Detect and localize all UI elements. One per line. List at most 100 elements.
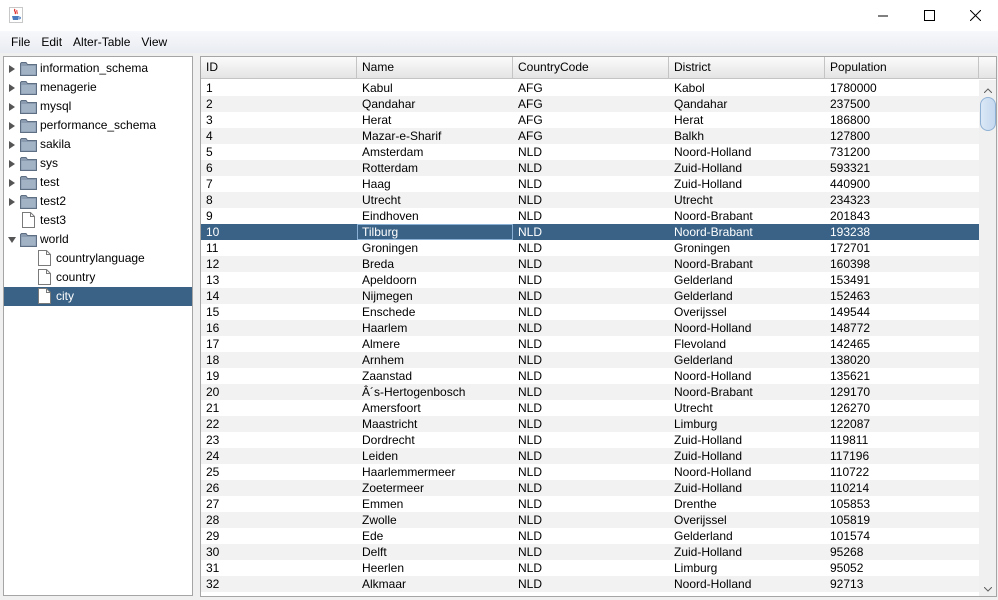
cell-name[interactable]: Haag: [357, 176, 513, 192]
cell-name[interactable]: Breda: [357, 256, 513, 272]
scroll-up-button[interactable]: [979, 80, 996, 97]
cell-countrycode[interactable]: NLD: [513, 224, 669, 240]
table-row[interactable]: 17 Almere NLD Flevoland 142465: [201, 336, 979, 352]
menu-edit[interactable]: Edit: [37, 31, 66, 53]
cell-population[interactable]: 110214: [825, 480, 979, 496]
cell-name[interactable]: Apeldoorn: [357, 272, 513, 288]
cell-id[interactable]: 8: [201, 192, 357, 208]
cell-district[interactable]: Zuid-Holland: [669, 432, 825, 448]
table-row[interactable]: 7 Haag NLD Zuid-Holland 440900: [201, 176, 979, 192]
cell-id[interactable]: 3: [201, 112, 357, 128]
cell-population[interactable]: 129170: [825, 384, 979, 400]
cell-countrycode[interactable]: AFG: [513, 128, 669, 144]
cell-id[interactable]: 32: [201, 576, 357, 592]
table-row[interactable]: 15 Enschede NLD Overijssel 149544: [201, 304, 979, 320]
cell-id[interactable]: 24: [201, 448, 357, 464]
cell-population[interactable]: 135621: [825, 368, 979, 384]
cell-countrycode[interactable]: NLD: [513, 256, 669, 272]
menu-view[interactable]: View: [137, 31, 171, 53]
column-header-population[interactable]: Population: [825, 57, 979, 78]
cell-name[interactable]: Ede: [357, 528, 513, 544]
vertical-scrollbar[interactable]: [979, 80, 996, 596]
cell-population[interactable]: 153491: [825, 272, 979, 288]
cell-id[interactable]: 17: [201, 336, 357, 352]
collapsed-arrow-icon[interactable]: [7, 121, 16, 130]
cell-district[interactable]: Limburg: [669, 416, 825, 432]
cell-population[interactable]: 105819: [825, 512, 979, 528]
cell-countrycode[interactable]: AFG: [513, 80, 669, 96]
cell-name[interactable]: Amersfoort: [357, 400, 513, 416]
tree-item-test[interactable]: test: [4, 173, 192, 192]
cell-district[interactable]: Kabol: [669, 80, 825, 96]
cell-id[interactable]: 16: [201, 320, 357, 336]
table-body[interactable]: 1 Kabul AFG Kabol 1780000 2 Qandahar AFG Qandaha…: [201, 80, 979, 596]
table-row[interactable]: 27 Emmen NLD Drenthe 105853: [201, 496, 979, 512]
menu-alter-table[interactable]: Alter-Table: [69, 31, 134, 53]
cell-population[interactable]: 95268: [825, 544, 979, 560]
table-row[interactable]: 31 Heerlen NLD Limburg 95052: [201, 560, 979, 576]
cell-population[interactable]: 152463: [825, 288, 979, 304]
tree-item-countrylanguage[interactable]: countrylanguage: [4, 249, 192, 268]
cell-district[interactable]: Utrecht: [669, 400, 825, 416]
table-row[interactable]: 26 Zoetermeer NLD Zuid-Holland 110214: [201, 480, 979, 496]
table-row[interactable]: 22 Maastricht NLD Limburg 122087: [201, 416, 979, 432]
cell-population[interactable]: 101574: [825, 528, 979, 544]
cell-district[interactable]: Zuid-Holland: [669, 160, 825, 176]
cell-name[interactable]: Nijmegen: [357, 288, 513, 304]
database-tree[interactable]: information_schema menagerie mysql performa…: [3, 56, 193, 596]
cell-id[interactable]: 27: [201, 496, 357, 512]
cell-name[interactable]: Kabul: [357, 80, 513, 96]
cell-district[interactable]: Noord-Brabant: [669, 256, 825, 272]
scroll-thumb[interactable]: [980, 97, 996, 131]
cell-name[interactable]: Enschede: [357, 304, 513, 320]
table-row[interactable]: 24 Leiden NLD Zuid-Holland 117196: [201, 448, 979, 464]
cell-population[interactable]: 160398: [825, 256, 979, 272]
cell-population[interactable]: 1780000: [825, 80, 979, 96]
table-row[interactable]: 30 Delft NLD Zuid-Holland 95268: [201, 544, 979, 560]
collapsed-arrow-icon[interactable]: [7, 140, 16, 149]
cell-district[interactable]: Noord-Brabant: [669, 224, 825, 240]
maximize-button[interactable]: [906, 0, 952, 31]
expanded-arrow-icon[interactable]: [7, 235, 16, 244]
cell-countrycode[interactable]: NLD: [513, 576, 669, 592]
cell-district[interactable]: Noord-Holland: [669, 576, 825, 592]
cell-countrycode[interactable]: NLD: [513, 528, 669, 544]
cell-id[interactable]: 19: [201, 368, 357, 384]
cell-id[interactable]: 18: [201, 352, 357, 368]
cell-population[interactable]: 105853: [825, 496, 979, 512]
table-row[interactable]: 10 Tilburg NLD Noord-Brabant 193238: [201, 224, 979, 240]
cell-district[interactable]: Zuid-Holland: [669, 176, 825, 192]
cell-countrycode[interactable]: NLD: [513, 352, 669, 368]
tree-item-menagerie[interactable]: menagerie: [4, 78, 192, 97]
close-button[interactable]: [952, 0, 998, 31]
cell-id[interactable]: 31: [201, 560, 357, 576]
cell-population[interactable]: 117196: [825, 448, 979, 464]
table-row[interactable]: 1 Kabul AFG Kabol 1780000: [201, 80, 979, 96]
cell-id[interactable]: 28: [201, 512, 357, 528]
cell-name[interactable]: Rotterdam: [357, 160, 513, 176]
cell-id[interactable]: 13: [201, 272, 357, 288]
cell-district[interactable]: Zuid-Holland: [669, 448, 825, 464]
scroll-down-button[interactable]: [979, 579, 996, 596]
cell-name[interactable]: Zaanstad: [357, 368, 513, 384]
cell-district[interactable]: Groningen: [669, 240, 825, 256]
cell-district[interactable]: Gelderland: [669, 528, 825, 544]
table-row[interactable]: 32 Alkmaar NLD Noord-Holland 92713: [201, 576, 979, 592]
cell-district[interactable]: Qandahar: [669, 96, 825, 112]
table-row[interactable]: 23 Dordrecht NLD Zuid-Holland 119811: [201, 432, 979, 448]
cell-population[interactable]: 731200: [825, 144, 979, 160]
cell-population[interactable]: 142465: [825, 336, 979, 352]
cell-name[interactable]: Tilburg: [357, 224, 513, 240]
cell-name[interactable]: Herat: [357, 112, 513, 128]
table-row[interactable]: 19 Zaanstad NLD Noord-Holland 135621: [201, 368, 979, 384]
column-header-name[interactable]: Name: [357, 57, 513, 78]
cell-countrycode[interactable]: NLD: [513, 160, 669, 176]
table-row[interactable]: 14 Nijmegen NLD Gelderland 152463: [201, 288, 979, 304]
cell-id[interactable]: 20: [201, 384, 357, 400]
cell-countrycode[interactable]: NLD: [513, 336, 669, 352]
table-row[interactable]: 13 Apeldoorn NLD Gelderland 153491: [201, 272, 979, 288]
collapsed-arrow-icon[interactable]: [7, 83, 16, 92]
cell-name[interactable]: Groningen: [357, 240, 513, 256]
menu-file[interactable]: File: [7, 31, 34, 53]
cell-population[interactable]: 119811: [825, 432, 979, 448]
